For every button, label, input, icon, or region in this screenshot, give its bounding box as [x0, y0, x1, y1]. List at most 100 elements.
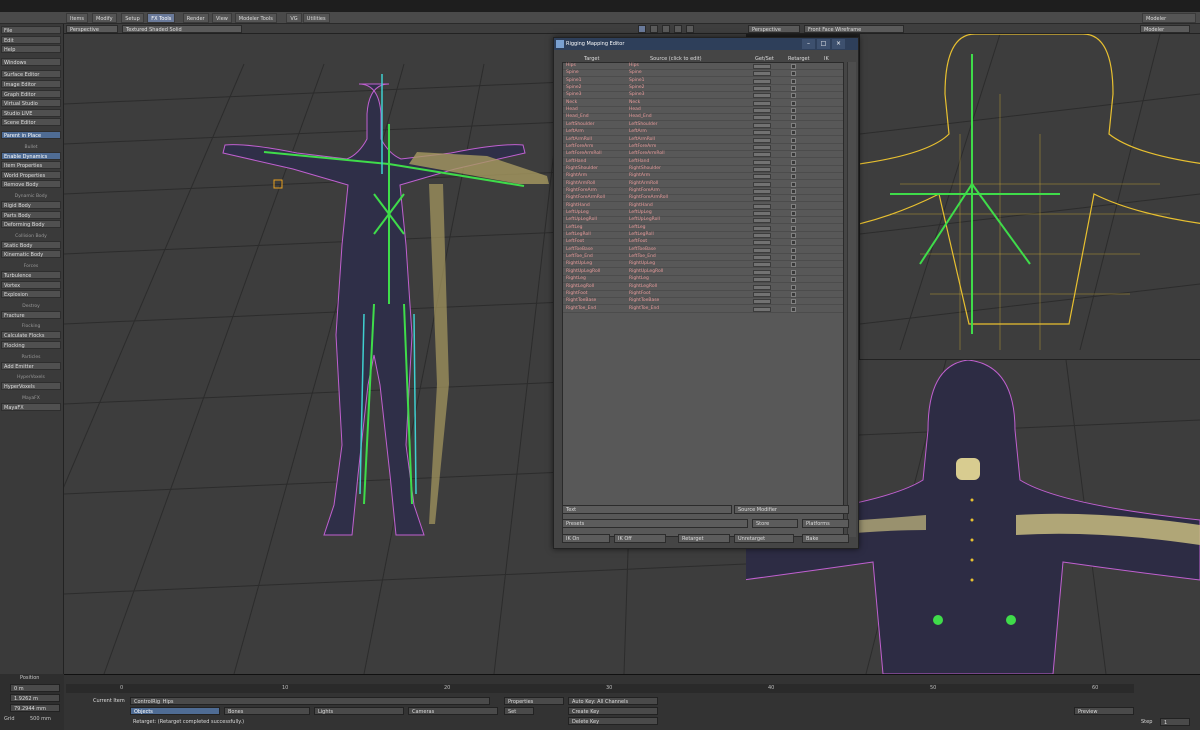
- text-field[interactable]: Text: [562, 505, 732, 514]
- source-cell[interactable]: RightArm: [629, 173, 650, 179]
- menu-tab[interactable]: Setup: [121, 13, 144, 23]
- getset-button[interactable]: [753, 78, 771, 84]
- move-view-icon[interactable]: [650, 25, 658, 33]
- editor-button[interactable]: Surface Editor: [1, 70, 61, 79]
- table-row[interactable]: Spine Spine: [563, 70, 843, 78]
- mapping-table[interactable]: Hips Hips Spine Spine Spine1 Spine1 Spine2 Spin…: [562, 62, 844, 537]
- menu-tab[interactable]: Render: [182, 13, 209, 23]
- retarget-checkbox[interactable]: [791, 130, 796, 136]
- view-type-dropdown-right[interactable]: Perspective: [748, 25, 800, 33]
- getset-button[interactable]: [753, 137, 771, 143]
- table-row[interactable]: RightShoulder RightShoulder: [563, 166, 843, 173]
- presets-dropdown[interactable]: Presets: [562, 519, 748, 528]
- retarget-checkbox[interactable]: [791, 203, 796, 209]
- tool-button[interactable]: Turbulence: [1, 271, 61, 279]
- set-button[interactable]: Set: [504, 707, 534, 715]
- getset-button[interactable]: [753, 181, 771, 187]
- retarget-checkbox[interactable]: [791, 174, 796, 180]
- source-cell[interactable]: LeftFoot: [629, 239, 647, 245]
- table-row[interactable]: RightToe_End RightToe_End: [563, 306, 843, 313]
- retarget-checkbox[interactable]: [791, 211, 796, 216]
- table-row[interactable]: RightUpLegRoll RightUpLegRoll: [563, 269, 843, 276]
- getset-button[interactable]: [753, 218, 771, 224]
- tool-button[interactable]: Enable Dynamics: [1, 151, 61, 160]
- editor-button[interactable]: Virtual Studio: [1, 99, 61, 108]
- retarget-checkbox[interactable]: [791, 225, 796, 231]
- tool-button[interactable]: World Properties: [1, 170, 61, 179]
- tool-button[interactable]: Add Emitter: [1, 361, 61, 370]
- retarget-checkbox[interactable]: [791, 291, 796, 297]
- ik-on-button[interactable]: IK On: [562, 534, 610, 543]
- getset-button[interactable]: [753, 247, 771, 253]
- getset-button[interactable]: [753, 211, 771, 216]
- character-mesh[interactable]: [222, 83, 549, 536]
- table-row[interactable]: Spine3 Spine3: [563, 92, 843, 100]
- rotate-view-icon[interactable]: [662, 25, 670, 33]
- source-cell[interactable]: RightHand: [629, 203, 653, 209]
- retarget-checkbox[interactable]: [791, 166, 796, 172]
- view-type-dropdown[interactable]: Perspective: [66, 25, 118, 33]
- table-row[interactable]: LeftLegRoll LeftLegRoll: [563, 232, 843, 240]
- getset-button[interactable]: [753, 284, 771, 290]
- retarget-checkbox[interactable]: [791, 159, 796, 165]
- source-cell[interactable]: RightForeArm: [629, 188, 660, 194]
- tool-button[interactable]: Kinematic Body: [1, 250, 61, 259]
- tool-button[interactable]: Deforming Body: [1, 220, 61, 229]
- getset-button[interactable]: [753, 269, 771, 275]
- properties-button[interactable]: Properties: [504, 697, 564, 705]
- shading-dropdown-right[interactable]: Front Face Wireframe: [804, 25, 904, 33]
- step-field[interactable]: 1: [1160, 718, 1190, 726]
- editor-button[interactable]: Image Editor: [1, 80, 61, 88]
- menu-tab[interactable]: Modeler Tools: [234, 13, 277, 23]
- retarget-checkbox[interactable]: [791, 188, 796, 194]
- table-row[interactable]: LeftUpLeg LeftUpLeg: [563, 210, 843, 217]
- getset-button[interactable]: [753, 174, 771, 180]
- table-scrollbar[interactable]: [847, 62, 856, 537]
- getset-button[interactable]: [753, 108, 771, 114]
- getset-button[interactable]: [753, 159, 771, 165]
- table-row[interactable]: Spine2 Spine2: [563, 85, 843, 93]
- menu-file[interactable]: File: [1, 26, 61, 34]
- windows-menu[interactable]: Windows: [1, 57, 61, 66]
- retarget-checkbox[interactable]: [791, 247, 796, 253]
- table-row[interactable]: RightLeg RightLeg: [563, 276, 843, 284]
- source-cell[interactable]: RightToe_End: [629, 306, 659, 312]
- table-row[interactable]: Hips Hips: [563, 63, 843, 70]
- retarget-checkbox[interactable]: [791, 93, 796, 99]
- pos-y-field[interactable]: 1.9262 m: [10, 694, 60, 702]
- menu-help[interactable]: Help: [1, 45, 61, 54]
- retarget-checkbox[interactable]: [791, 86, 796, 92]
- minimize-icon[interactable]: –: [802, 39, 815, 49]
- getset-button[interactable]: [753, 291, 771, 297]
- retarget-checkbox[interactable]: [791, 240, 796, 246]
- menu-tab[interactable]: Modify: [92, 13, 117, 23]
- retarget-checkbox[interactable]: [791, 269, 796, 275]
- getset-button[interactable]: [753, 255, 771, 261]
- source-modifier-dropdown[interactable]: Source Modifier: [734, 505, 849, 514]
- source-cell[interactable]: Neck: [629, 100, 640, 106]
- source-cell[interactable]: Spine2: [629, 85, 644, 91]
- source-cell[interactable]: RightArmRoll: [629, 181, 658, 187]
- zoom-view-icon[interactable]: [674, 25, 682, 33]
- source-cell[interactable]: LeftForeArm: [629, 144, 656, 150]
- getset-button[interactable]: [753, 196, 771, 202]
- getset-button[interactable]: [753, 115, 771, 121]
- source-cell[interactable]: RightUpLeg: [629, 261, 655, 267]
- menu-tab[interactable]: VG: [286, 13, 302, 23]
- getset-button[interactable]: [753, 203, 771, 209]
- source-cell[interactable]: Hips: [629, 63, 639, 69]
- table-row[interactable]: RightToeBase RightToeBase: [563, 298, 843, 306]
- menu-tab[interactable]: View: [212, 13, 232, 23]
- tool-button[interactable]: Vortex: [1, 280, 61, 289]
- pos-z-field[interactable]: 79.2944 mm: [10, 704, 60, 712]
- source-cell[interactable]: LeftLegRoll: [629, 232, 654, 238]
- retarget-checkbox[interactable]: [791, 262, 796, 268]
- getset-button[interactable]: [753, 225, 771, 231]
- rigging-mapping-dialog[interactable]: Rigging Mapping Editor – □ × Target Sour…: [553, 37, 859, 549]
- menu-tab[interactable]: Utilities: [302, 13, 330, 23]
- getset-button[interactable]: [753, 306, 771, 312]
- getset-button[interactable]: [753, 130, 771, 136]
- table-row[interactable]: LeftArmRoll LeftArmRoll: [563, 137, 843, 144]
- maximize-view-icon[interactable]: [686, 25, 694, 33]
- getset-button[interactable]: [753, 299, 771, 305]
